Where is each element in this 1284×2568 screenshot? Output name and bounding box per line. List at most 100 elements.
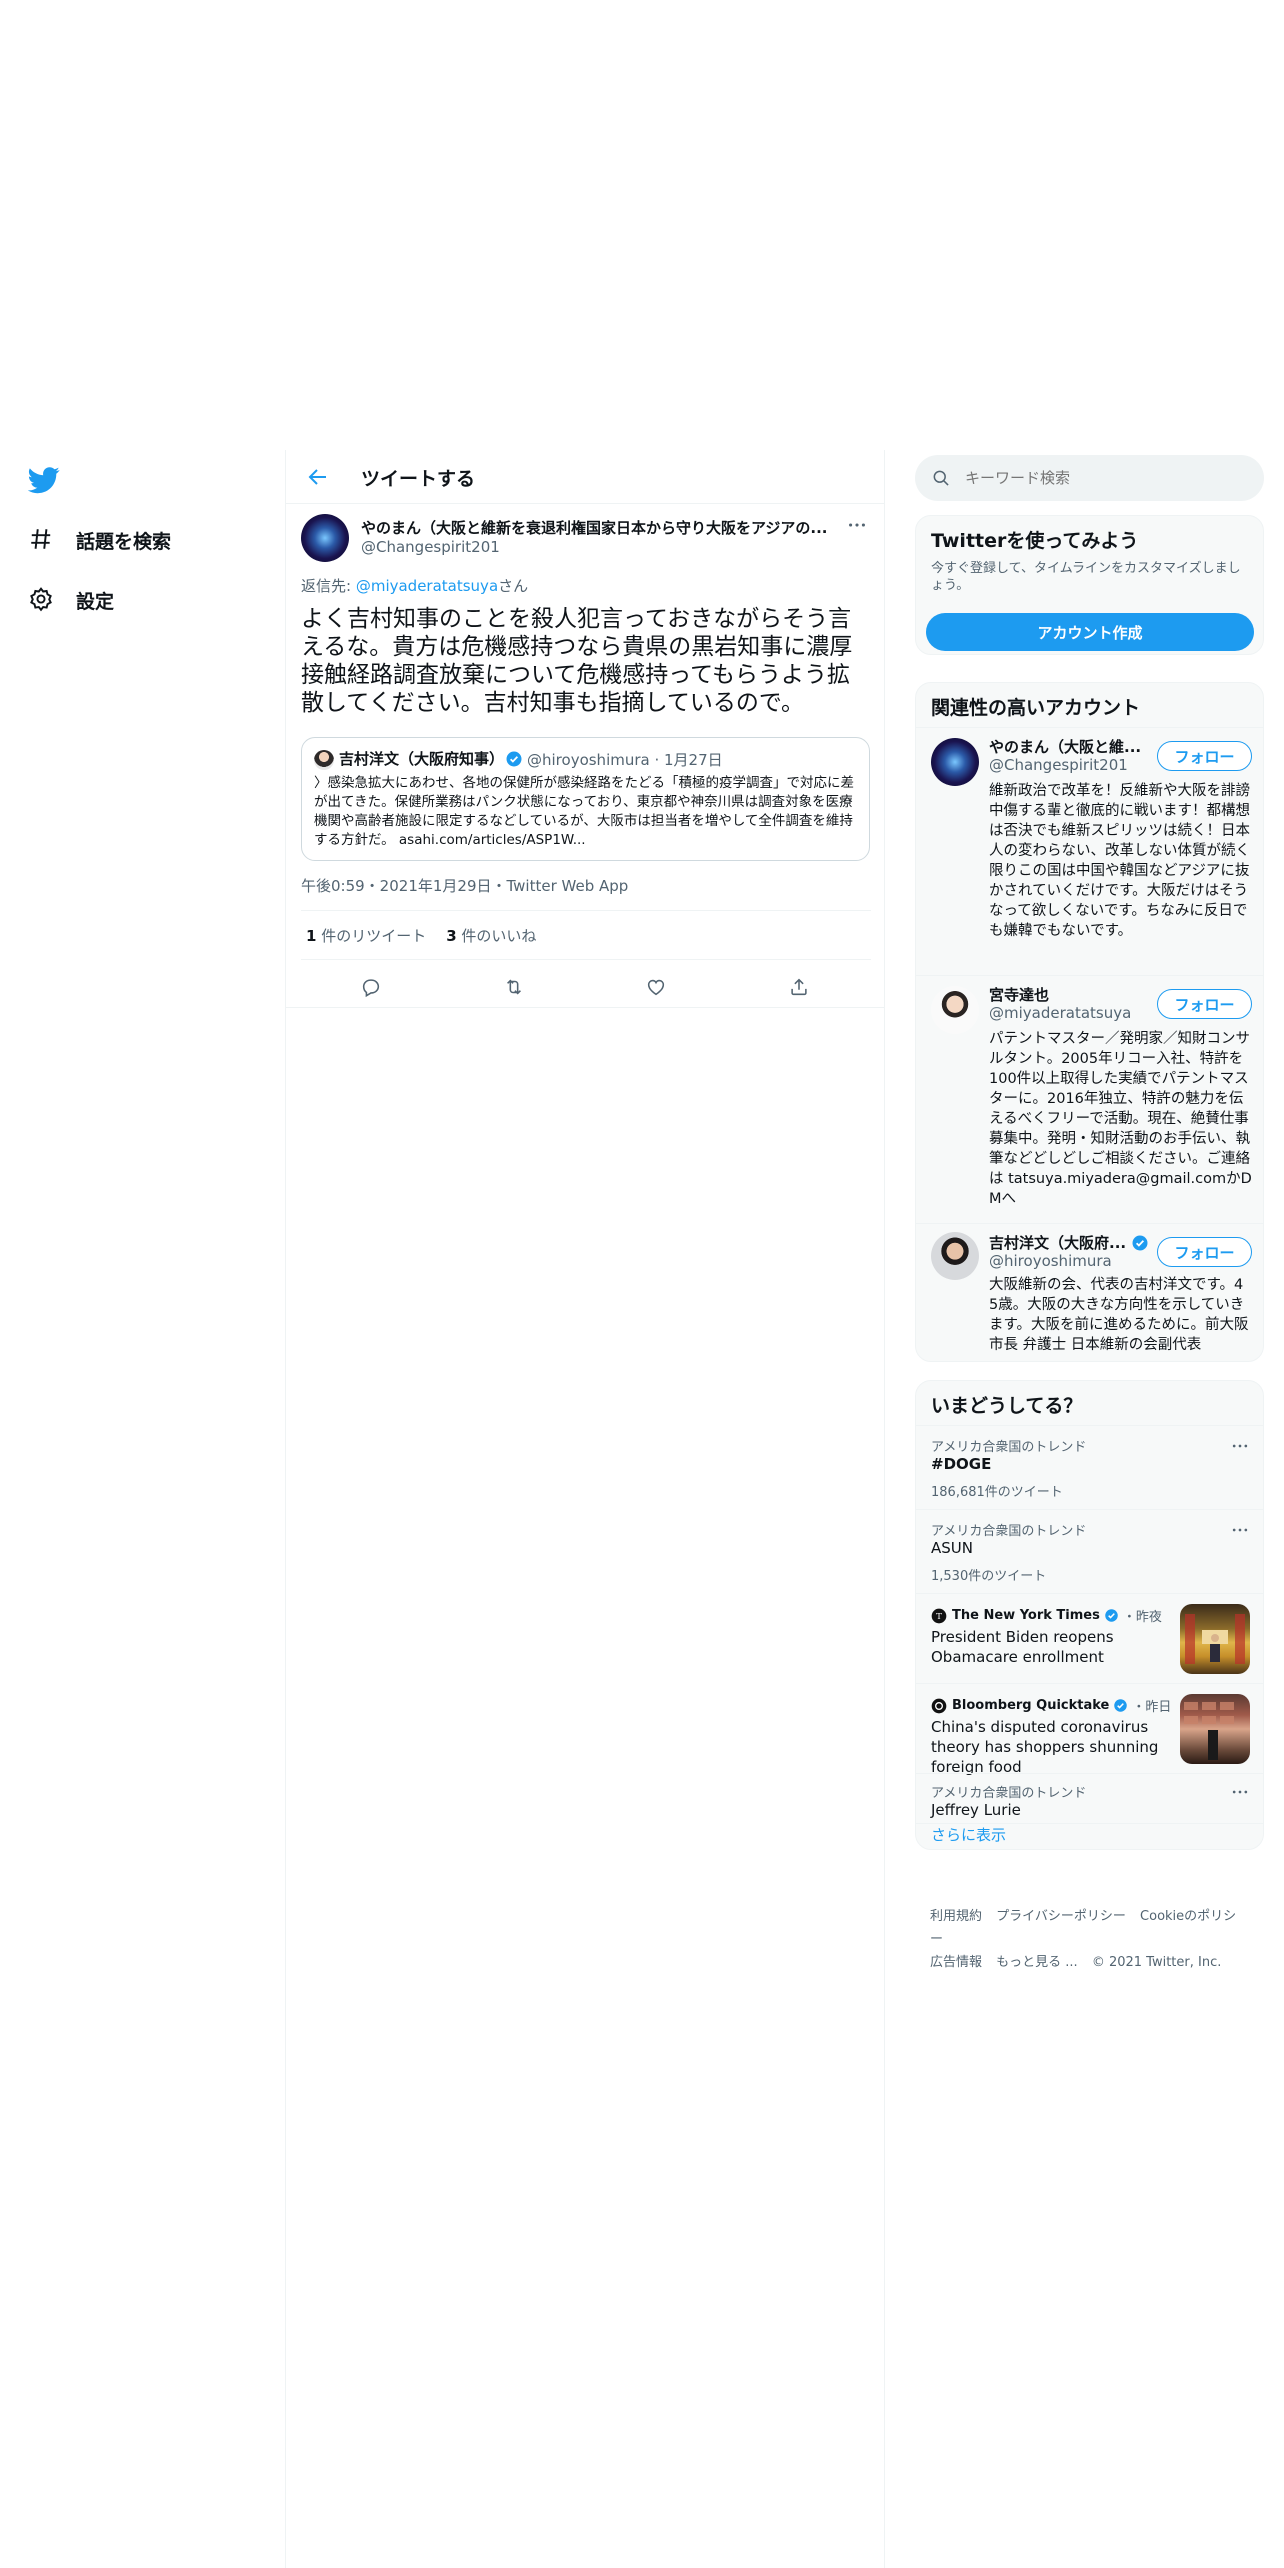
svg-text:T: T <box>936 1612 942 1622</box>
more-options-icon[interactable] <box>846 514 868 536</box>
author-avatar[interactable] <box>301 514 349 562</box>
signup-title: Twitterを使ってみよう <box>931 530 1139 552</box>
more-options-icon[interactable] <box>1230 1782 1250 1802</box>
news-source: T The New York Times ・昨夜 <box>931 1606 1162 1625</box>
reply-context: 返信先: @miyaderatatsuyaさん <box>301 575 528 596</box>
more-options-icon[interactable] <box>1230 1436 1250 1456</box>
related-account[interactable]: やのまん（大阪と維... @Changespirit201 フォロー 維新政治で… <box>916 727 1263 975</box>
likes-label: 件のいいね <box>456 927 537 945</box>
search-input[interactable] <box>965 469 1225 487</box>
news-item[interactable]: Bloomberg Quicktake ・昨日 China's disputed… <box>916 1683 1263 1776</box>
account-handle: @miyaderatatsuya <box>989 1004 1132 1022</box>
share-icon[interactable] <box>788 976 812 1000</box>
follow-button[interactable]: フォロー <box>1157 989 1252 1019</box>
retweets-label: 件のリツイート <box>316 927 427 945</box>
reply-icon[interactable] <box>360 976 384 1000</box>
news-title: President Biden reopens Obamacare enroll… <box>931 1628 1114 1666</box>
like-heart-icon[interactable] <box>645 976 669 1000</box>
tweet-stats: 1 件のリツイート 3 件のいいね <box>306 925 536 946</box>
follow-button[interactable]: フォロー <box>1157 1237 1252 1267</box>
reply-prefix: 返信先: <box>301 577 356 595</box>
account-avatar <box>931 986 979 1034</box>
related-title: 関連性の高いアカウント <box>931 697 1141 719</box>
divider <box>301 910 871 911</box>
footer-copyright: © 2021 Twitter, Inc. <box>1091 1955 1222 1970</box>
news-time: ・昨夜 <box>1122 1610 1162 1625</box>
author-handle[interactable]: @Changespirit201 <box>361 538 500 556</box>
signup-subtitle: 今すぐ登録して、タイムラインをカスタマイズしましょう。 <box>931 561 1241 593</box>
news-source-name: The New York Times <box>952 1608 1100 1623</box>
related-account[interactable]: 宮寺達也 @miyaderatatsuya フォロー パテントマスター／発明家／… <box>916 975 1263 1223</box>
twitter-logo-icon[interactable] <box>28 464 62 498</box>
show-more-link[interactable]: さらに表示 <box>931 1824 1006 1845</box>
news-source-name: Bloomberg Quicktake <box>952 1698 1110 1713</box>
follow-button[interactable]: フォロー <box>1157 741 1252 771</box>
account-name: 宮寺達也 <box>989 986 1050 1004</box>
footer-links: 利用規約 プライバシーポリシー Cookieのポリシー 広告情報 もっと見る .… <box>930 1905 1250 1974</box>
page-title: ツイートする <box>361 468 476 490</box>
back-arrow-icon[interactable] <box>306 465 330 489</box>
news-source: Bloomberg Quicktake ・昨日 <box>931 1696 1171 1715</box>
account-bio: 大阪維新の会、代表の吉村洋文です。45歳。大阪の大きな方向性を示していきます。大… <box>989 1277 1249 1353</box>
quote-author-name: 吉村洋文（大阪府知事） <box>339 750 505 768</box>
related-account[interactable]: 吉村洋文（大阪府... @hiroyoshimura フォロー 大阪維新の会、代… <box>916 1223 1263 1361</box>
tweet-actions <box>301 968 871 1008</box>
likes-stat[interactable]: 3 件のいいね <box>446 925 536 946</box>
trend-context: アメリカ合衆国のトレンド <box>931 1786 1087 1801</box>
trend-item[interactable]: アメリカ合衆国のトレンド Jeffrey Lurie <box>916 1773 1263 1823</box>
show-more-row: さらに表示 <box>916 1823 1263 1849</box>
trend-item[interactable]: アメリカ合衆国のトレンド ASUN 1,530件のツイート <box>916 1509 1263 1593</box>
news-title: China's disputed coronavirus theory has … <box>931 1718 1159 1776</box>
quoted-tweet[interactable]: 吉村洋文（大阪府知事） @hiroyoshimura · 1月27日 〉感染急拡… <box>301 737 870 861</box>
account-avatar <box>931 738 979 786</box>
quote-handle-date: @hiroyoshimura · 1月27日 <box>527 751 723 769</box>
divider <box>301 959 871 960</box>
nav-explore[interactable]: 話題を検索 <box>28 520 171 560</box>
trends-card: いまどうしてる？ アメリカ合衆国のトレンド #DOGE 186,681件のツイー… <box>915 1380 1264 1850</box>
news-thumbnail <box>1180 1694 1250 1764</box>
nyt-logo-icon: T <box>931 1608 947 1623</box>
reply-suffix: さん <box>498 577 529 595</box>
trend-item[interactable]: アメリカ合衆国のトレンド #DOGE 186,681件のツイート <box>916 1425 1263 1509</box>
trend-name: Jeffrey Lurie <box>931 1801 1021 1819</box>
verified-badge-icon <box>1131 1234 1149 1252</box>
nav-settings[interactable]: 設定 <box>28 580 114 620</box>
likes-count: 3 <box>446 927 457 945</box>
gear-icon <box>28 586 56 614</box>
trend-count: 1,530件のツイート <box>931 1569 1047 1584</box>
bloomberg-logo-icon <box>931 1698 947 1713</box>
trend-context: アメリカ合衆国のトレンド <box>931 1524 1087 1539</box>
news-time: ・昨日 <box>1132 1700 1172 1715</box>
quote-avatar <box>314 750 334 770</box>
divider <box>286 1007 884 1008</box>
tweet-detail-column: ツイートする やのまん（大阪と維新を衰退利権国家日本から守り大阪をアジアの...… <box>285 450 885 2568</box>
account-bio: 維新政治で改革を！反維新や大阪を誹謗中傷する輩と徹底的に戦います！都構想は否決で… <box>989 783 1250 939</box>
trend-name: #DOGE <box>931 1455 992 1473</box>
account-bio: パテントマスター／発明家／知財コンサルタント。2005年リコー入社、特許を100… <box>989 1031 1252 1207</box>
account-name: やのまん（大阪と維... <box>989 738 1142 756</box>
verified-badge-icon <box>505 750 523 768</box>
news-item[interactable]: T The New York Times ・昨夜 President Biden… <box>916 1593 1263 1683</box>
trends-title: いまどうしてる？ <box>931 1395 1083 1417</box>
tweet-header: ツイートする <box>286 450 884 504</box>
retweet-icon[interactable] <box>503 976 527 1000</box>
trend-name: ASUN <box>931 1539 973 1557</box>
retweets-stat[interactable]: 1 件のリツイート <box>306 925 426 946</box>
tweet-timestamp[interactable]: 午後0:59・2021年1月29日・Twitter Web App <box>301 875 628 896</box>
search-bar[interactable] <box>915 455 1264 501</box>
footer-privacy[interactable]: プライバシーポリシー <box>996 1909 1126 1924</box>
related-accounts-card: 関連性の高いアカウント やのまん（大阪と維... @Changespirit20… <box>915 682 1264 1362</box>
footer-ads[interactable]: 広告情報 <box>930 1955 982 1970</box>
more-options-icon[interactable] <box>1230 1520 1250 1540</box>
nav-explore-label: 話題を検索 <box>76 530 172 553</box>
reply-to-link[interactable]: @miyaderatatsuya <box>356 577 498 595</box>
trend-count: 186,681件のツイート <box>931 1485 1063 1500</box>
account-avatar <box>931 1232 979 1280</box>
author-name[interactable]: やのまん（大阪と維新を衰退利権国家日本から守り大阪をアジアの... <box>361 517 831 538</box>
tweet-text: よく吉村知事のことを殺人犯言っておきながらそう言えるな。貴方は危機感持つなら貴県… <box>301 606 853 716</box>
retweets-count: 1 <box>306 927 317 945</box>
nav-settings-label: 設定 <box>76 590 115 613</box>
footer-more[interactable]: もっと見る ... <box>996 1955 1078 1970</box>
create-account-button[interactable]: アカウント作成 <box>926 613 1254 651</box>
footer-terms[interactable]: 利用規約 <box>930 1909 982 1924</box>
